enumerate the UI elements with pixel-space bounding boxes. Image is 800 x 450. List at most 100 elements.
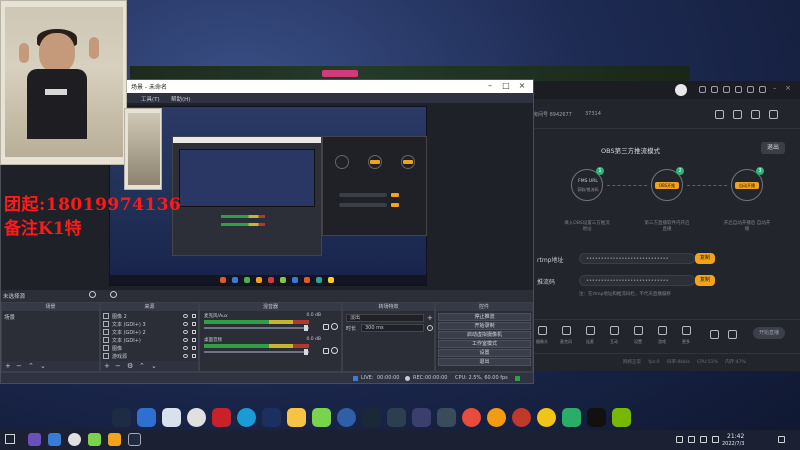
nvidia-icon[interactable] <box>612 408 631 427</box>
app-icon[interactable] <box>212 408 231 427</box>
exit-button[interactable]: 退出 <box>438 358 531 366</box>
copy-key-button[interactable]: 复制 <box>695 275 715 286</box>
obs-icon[interactable] <box>128 433 141 446</box>
close-icon[interactable]: × <box>515 81 529 90</box>
gear-icon[interactable] <box>331 323 338 330</box>
speaker-icon[interactable] <box>323 348 329 354</box>
menu-icon[interactable] <box>759 86 766 93</box>
app-icon[interactable] <box>487 408 506 427</box>
add-icon[interactable]: + <box>104 362 110 370</box>
close-icon[interactable]: × <box>785 84 792 92</box>
app-icon[interactable] <box>237 408 256 427</box>
exit-obs-mode-button[interactable]: 退出 <box>761 142 785 154</box>
rtmp-field[interactable]: •••••••••••••••••••••••••••• <box>579 253 695 264</box>
share-icon[interactable] <box>715 110 724 119</box>
app-icon[interactable] <box>48 433 61 446</box>
settings-icon[interactable] <box>769 110 778 119</box>
menu-help[interactable]: 帮助(H) <box>171 95 190 103</box>
add-icon[interactable]: + <box>427 314 433 322</box>
chrome-icon[interactable] <box>68 433 81 446</box>
mail-icon[interactable] <box>747 86 754 93</box>
toolbar-more[interactable]: 更多 <box>675 326 697 345</box>
gear-icon[interactable]: ⚙ <box>127 362 133 370</box>
menu-tools[interactable]: 工具(T) <box>141 95 160 103</box>
lock-icon[interactable] <box>192 322 196 326</box>
source-row[interactable]: 图像 2 <box>103 313 198 320</box>
gear-icon[interactable] <box>331 347 338 354</box>
app-icon[interactable] <box>412 408 431 427</box>
minimize-icon[interactable]: – <box>773 84 780 92</box>
lock-icon[interactable] <box>733 110 742 119</box>
eye-icon[interactable] <box>183 354 188 358</box>
app-icon[interactable] <box>262 408 281 427</box>
copy-rtmp-button[interactable]: 复制 <box>695 253 715 264</box>
toolbar-settings[interactable]: 设置 <box>627 326 649 345</box>
filter-icon[interactable] <box>110 291 118 298</box>
app-icon[interactable] <box>337 408 356 427</box>
tray-up-icon[interactable] <box>676 436 683 443</box>
volume-slider[interactable] <box>204 349 309 355</box>
stop-streaming-button[interactable]: 停止推流 <box>438 313 531 321</box>
bell-icon[interactable] <box>699 86 706 93</box>
lock-icon[interactable] <box>192 354 196 358</box>
up-icon[interactable]: ⌃ <box>28 362 34 370</box>
source-row[interactable]: 文本 (GDI+) <box>103 337 198 344</box>
toolbar-mic[interactable]: 麦克风 <box>555 326 577 345</box>
netease-music-icon[interactable] <box>512 408 531 427</box>
lock-icon[interactable] <box>192 314 196 318</box>
start-recording-button[interactable]: 开始录制 <box>438 322 531 330</box>
app-icon[interactable] <box>462 408 481 427</box>
avatar[interactable] <box>675 84 687 96</box>
app-icon[interactable] <box>537 408 556 427</box>
windows-start-icon[interactable] <box>5 434 15 444</box>
volume-icon[interactable] <box>700 436 707 443</box>
toolbar-link[interactable]: 连麦 <box>579 326 601 345</box>
add-icon[interactable]: + <box>5 362 11 370</box>
slider-knob[interactable] <box>304 325 308 331</box>
toolbar-camera[interactable]: 摄像头 <box>531 326 553 345</box>
settings-button[interactable]: 设置 <box>438 349 531 357</box>
qq-icon[interactable] <box>587 408 606 427</box>
app-icon[interactable] <box>312 408 331 427</box>
lock-icon[interactable] <box>192 346 196 350</box>
toolbar-interact[interactable]: 互动 <box>603 326 625 345</box>
toolbar-game[interactable]: 游戏 <box>651 326 673 345</box>
source-row[interactable]: 文本 (GDI+) 3 <box>103 321 198 328</box>
eye-icon[interactable] <box>183 346 188 350</box>
down-icon[interactable]: ⌄ <box>40 362 46 370</box>
network-icon[interactable] <box>688 436 695 443</box>
eye-icon[interactable] <box>183 314 188 318</box>
obs-icon[interactable] <box>112 408 131 427</box>
source-row[interactable]: 游戏源 <box>103 353 198 360</box>
bell-icon[interactable] <box>751 110 760 119</box>
studio-mode-button[interactable]: 工作室模式 <box>438 340 531 348</box>
clock-time[interactable]: 21:42 <box>727 433 744 440</box>
chrome-icon[interactable] <box>187 408 206 427</box>
clock-date[interactable]: 2022/7/3 <box>722 441 744 447</box>
app-icon[interactable] <box>28 433 41 446</box>
source-row[interactable]: 文本 (GDI+) 2 <box>103 329 198 336</box>
eye-icon[interactable] <box>183 322 188 326</box>
duration-input[interactable]: 300 ms <box>361 324 424 332</box>
steam-icon[interactable] <box>362 408 381 427</box>
recycle-bin-icon[interactable] <box>162 408 181 427</box>
lock-icon[interactable] <box>192 330 196 334</box>
minimize-icon[interactable]: – <box>483 81 497 90</box>
remove-icon[interactable]: − <box>115 362 121 370</box>
virtual-camera-button[interactable]: 启动虚拟摄像机 <box>438 331 531 339</box>
scene-item[interactable]: 场景 <box>4 313 15 321</box>
slider-knob[interactable] <box>304 349 308 355</box>
gear-icon[interactable] <box>427 325 433 331</box>
app-icon[interactable] <box>287 408 306 427</box>
toolbar-gear[interactable] <box>721 330 743 341</box>
app-icon[interactable] <box>108 433 121 446</box>
maximize-icon[interactable]: □ <box>499 81 513 90</box>
remove-icon[interactable]: − <box>16 362 22 370</box>
app-icon[interactable] <box>88 433 101 446</box>
up-icon[interactable]: ⌃ <box>139 362 145 370</box>
notification-icon[interactable] <box>778 436 785 443</box>
source-row[interactable]: 图像 <box>103 345 198 352</box>
eye-icon[interactable] <box>183 330 188 334</box>
wechat-icon[interactable] <box>562 408 581 427</box>
volume-slider[interactable] <box>204 325 309 331</box>
